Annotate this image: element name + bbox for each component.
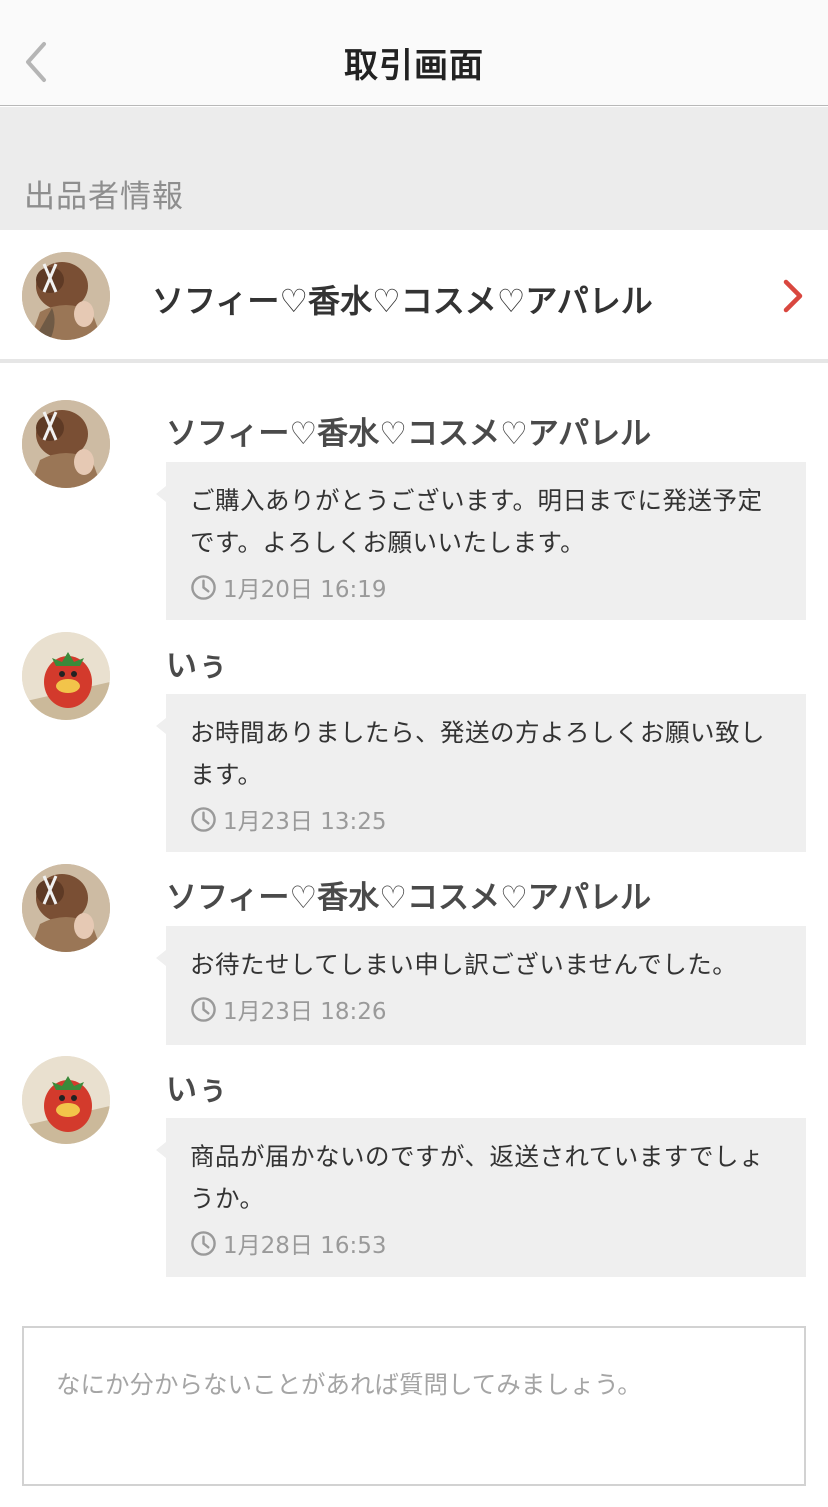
- clock-icon: [191, 574, 216, 600]
- message-sender-name: ソフィー♡香水♡コスメ♡アパレル: [166, 416, 652, 452]
- message-text: ご購入ありがとうございます。明日までに発送予定です。よろしくお願いいたします。: [190, 486, 763, 557]
- message-bubble: ご購入ありがとうございます。明日までに発送予定です。よろしくお願いいたします。 …: [156, 462, 806, 620]
- timestamp-text: 1月23日 13:25: [223, 809, 387, 835]
- section-label: 出品者情報: [24, 179, 184, 215]
- message-text: 商品が届かないのですが、返送されていますでしょうか。: [190, 1142, 765, 1213]
- header-bar: 取引画面: [0, 0, 828, 106]
- timestamp-text: 1月23日 18:26: [223, 999, 387, 1025]
- message-timestamp: 1月23日 13:25: [190, 802, 782, 836]
- timestamp-text: 1月28日 16:53: [223, 1233, 387, 1259]
- clock-icon: [191, 1230, 216, 1256]
- clock-icon: [191, 806, 216, 832]
- message-text: お待たせしてしまい申し訳ございませんでした。: [190, 950, 738, 979]
- message-timestamp: 1月23日 18:26: [190, 992, 782, 1026]
- transaction-screen: 取引画面 出品者情報 ソフィー♡香水♡コスメ♡アパレル ソフィー♡香水♡コスメ♡…: [0, 0, 828, 1507]
- avatar: [22, 632, 110, 720]
- seller-avatar: [22, 252, 110, 340]
- message-timestamp: 1月28日 16:53: [190, 1226, 782, 1260]
- avatar: [22, 1056, 110, 1144]
- clock-icon: [191, 996, 216, 1022]
- chevron-right-icon: [783, 279, 803, 313]
- message-bubble: お時間ありましたら、発送の方よろしくお願い致します。 1月23日 13:25: [156, 694, 806, 852]
- message-sender-name: ソフィー♡香水♡コスメ♡アパレル: [166, 880, 652, 916]
- timestamp-text: 1月20日 16:19: [223, 577, 387, 603]
- seller-name: ソフィー♡香水♡コスメ♡アパレル: [152, 282, 653, 320]
- seller-info-row[interactable]: ソフィー♡香水♡コスメ♡アパレル: [0, 230, 828, 363]
- message-input[interactable]: [22, 1326, 806, 1486]
- message-sender-name: いぅ: [166, 1072, 228, 1108]
- message-sender-name: いぅ: [166, 648, 228, 684]
- message-text: お時間ありましたら、発送の方よろしくお願い致します。: [190, 718, 765, 789]
- avatar: [22, 400, 110, 488]
- message-bubble: 商品が届かないのですが、返送されていますでしょうか。 1月28日 16:53: [156, 1118, 806, 1277]
- section-header: 出品者情報: [0, 107, 828, 230]
- message-timestamp: 1月20日 16:19: [190, 570, 782, 604]
- message-bubble: お待たせしてしまい申し訳ございませんでした。 1月23日 18:26: [156, 926, 806, 1045]
- page-title: 取引画面: [344, 46, 484, 86]
- avatar: [22, 864, 110, 952]
